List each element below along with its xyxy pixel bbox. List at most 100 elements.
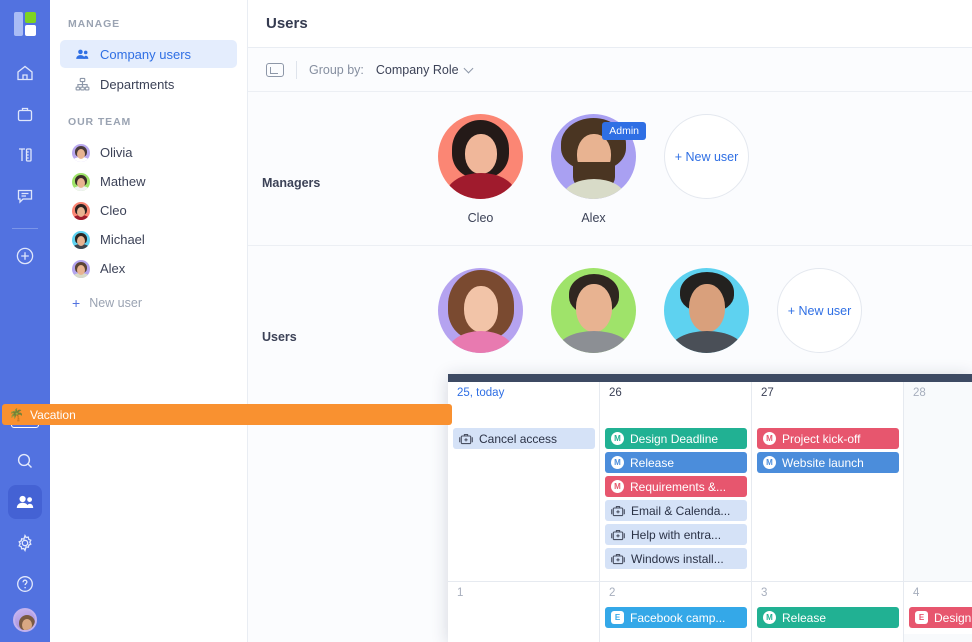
expand-icon[interactable] (266, 62, 284, 77)
person-card[interactable]: Admin Alex (551, 114, 646, 225)
event-icon: E (915, 611, 928, 624)
group-by-label: Group by: (309, 62, 364, 77)
calendar-event-chip[interactable]: Email & Calenda... (605, 500, 747, 521)
group-people-list: + New user (438, 268, 862, 365)
group-by-dropdown[interactable]: Company Role (376, 63, 474, 77)
page-title: Users (266, 15, 308, 32)
calendar-day-column-1[interactable]: 1 (448, 582, 600, 634)
person-card[interactable] (664, 268, 749, 365)
calendar-day-column-2[interactable]: 2 E Facebook camp... (600, 582, 752, 634)
chevron-down-icon (463, 63, 474, 73)
avatar[interactable] (664, 268, 749, 353)
calendar-day-number: 4 (913, 587, 920, 599)
sidebar-new-user-label: New user (89, 296, 142, 310)
calendar-event-label: Facebook camp... (630, 610, 726, 625)
new-user-button[interactable]: + New user (664, 114, 749, 199)
calendar-day-number: 1 (457, 587, 464, 599)
calendar-event-label: Design Deadline (630, 431, 719, 446)
calendar-event-label: Project kick-off (782, 431, 861, 446)
toolbox-icon (459, 433, 473, 445)
home-icon[interactable] (8, 56, 42, 90)
sidebar-team-member-alex[interactable]: Alex (60, 254, 237, 283)
person-name: Alex (581, 211, 606, 225)
logo-shape-bottom-right (25, 25, 36, 36)
calendar-popup-topbar (448, 374, 972, 382)
calendar-event-chip[interactable]: M Release (757, 607, 899, 628)
group-label: Users (262, 330, 297, 344)
sidebar-section-our-team-title: OUR TEAM (68, 116, 132, 128)
team-member-name: Michael (100, 232, 145, 247)
milestone-icon: M (611, 456, 624, 469)
calendar-event-chip[interactable]: M Release (605, 452, 747, 473)
calendar-event-label: Help with entra... (631, 527, 722, 542)
help-icon[interactable] (8, 567, 42, 601)
calendar-popup: 25, today Cancel access 26 M Design Dead… (448, 374, 972, 642)
sidebar-team-member-olivia[interactable]: Olivia (60, 138, 237, 167)
group-people-list: Cleo Admin Alex + New user (438, 114, 749, 225)
search-icon[interactable] (8, 444, 42, 478)
calendar-vacation-label: Vacation (29, 407, 76, 422)
milestone-icon: M (763, 456, 776, 469)
event-icon: E (611, 611, 624, 624)
day-number-value: 25 (457, 387, 470, 399)
calendar-day-column-3[interactable]: 3 M Release (752, 582, 904, 634)
sidebar-team-member-mathew[interactable]: Mathew (60, 167, 237, 196)
calendar-event-chip[interactable]: Cancel access (453, 428, 595, 449)
calendar-week-row-2: 1 2 E Facebook camp... 3 M Release 4 E D… (448, 581, 972, 634)
toolbox-icon (611, 553, 625, 565)
calendar-day-number: 25, today (448, 382, 599, 404)
person-card[interactable] (551, 268, 636, 365)
avatar (72, 201, 90, 220)
avatar (72, 230, 90, 249)
sidebar-team-member-michael[interactable]: Michael (60, 225, 237, 254)
toolbox-icon (611, 505, 625, 517)
sidebar-item-label: Company users (100, 46, 192, 62)
app-rail: PRO (0, 0, 50, 642)
team-member-name: Cleo (100, 203, 127, 218)
calendar-event-chip[interactable]: E Design (909, 607, 972, 628)
calendar-event-chip[interactable]: M Project kick-off (757, 428, 899, 449)
calendar-day-number: 2 (609, 587, 616, 599)
add-person-card[interactable]: + New user (777, 268, 862, 353)
app-logo[interactable] (14, 12, 36, 36)
person-name: Cleo (467, 211, 494, 225)
sidebar-item-departments[interactable]: Departments (60, 70, 237, 98)
add-person-card[interactable]: + New user (664, 114, 749, 199)
calendar-event-chip[interactable]: E Facebook camp... (605, 607, 747, 628)
avatar[interactable] (438, 268, 523, 353)
users-icon[interactable] (8, 485, 42, 519)
sidebar-item-company-users[interactable]: Company users (60, 40, 237, 68)
avatar[interactable] (438, 114, 523, 199)
tools-icon[interactable] (8, 138, 42, 172)
sidebar-team-member-cleo[interactable]: Cleo (60, 196, 237, 225)
calendar-event-chip[interactable]: Help with entra... (605, 524, 747, 545)
calendar-event-label: Website launch (782, 455, 864, 470)
calendar-day-column-4[interactable]: 4 E Design (904, 582, 972, 634)
calendar-event-chip[interactable]: M Design Deadline (605, 428, 747, 449)
sidebar-item-label: Departments (100, 76, 175, 92)
calendar-event-chip[interactable]: M Requirements &... (605, 476, 747, 497)
team-member-name: Mathew (100, 174, 146, 189)
new-user-button[interactable]: + New user (777, 268, 862, 353)
calendar-event-label: Requirements &... (630, 479, 727, 494)
briefcase-icon[interactable] (8, 97, 42, 131)
avatar (72, 259, 90, 278)
group-users: Users + New user (248, 245, 972, 385)
calendar-vacation-bar[interactable]: 🌴 Vacation (2, 404, 452, 425)
toolbox-icon (611, 529, 625, 541)
current-user-avatar[interactable] (13, 608, 37, 632)
gear-icon[interactable] (8, 526, 42, 560)
chat-icon[interactable] (8, 179, 42, 213)
avatar[interactable] (551, 268, 636, 353)
day-number-suffix: , today (469, 387, 505, 399)
person-card[interactable]: Cleo (438, 114, 523, 225)
calendar-day-number: 27 (761, 387, 774, 399)
person-card[interactable] (438, 268, 523, 365)
plus-circle-icon[interactable] (8, 239, 42, 273)
sidebar-new-user-button[interactable]: + New user (60, 289, 237, 317)
calendar-event-label: Release (630, 455, 675, 470)
sidebar-section-manage-title: MANAGE (68, 18, 121, 30)
logo-shape-top-right (25, 12, 36, 23)
calendar-event-chip[interactable]: M Website launch (757, 452, 899, 473)
calendar-event-chip[interactable]: Windows install... (605, 548, 747, 569)
